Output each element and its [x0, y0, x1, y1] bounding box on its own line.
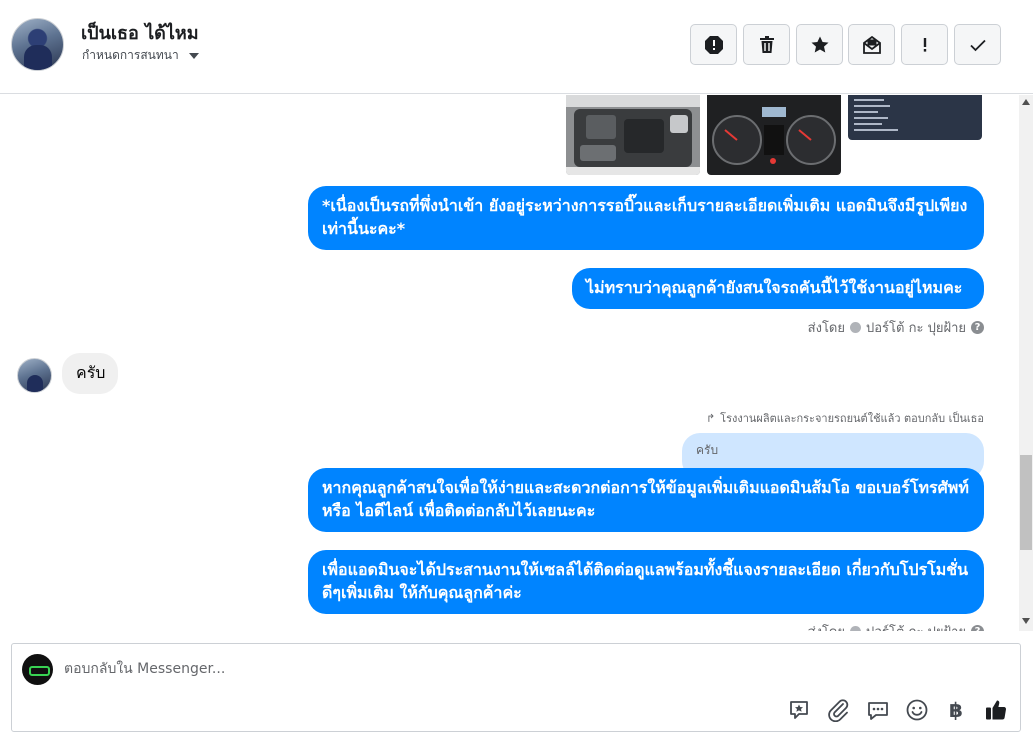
reply-context: ↱ โรงงานผลิตและกระจายรถยนต์ใช้แล้ว ตอบกล… [706, 409, 984, 427]
saved-replies-icon [868, 702, 888, 720]
verified-icon [850, 322, 861, 333]
reply-arrow-icon: ↱ [705, 411, 716, 425]
car-engine-photo[interactable] [566, 95, 700, 175]
verified-icon [850, 626, 861, 631]
message-composer: ฿ [11, 643, 1021, 732]
contact-avatar[interactable] [11, 18, 64, 71]
sticker-icon [790, 701, 808, 719]
payment-button[interactable]: ฿ [943, 697, 969, 723]
outgoing-message[interactable]: หากคุณลูกค้าสนใจเพื่อให้ง่ายและสะดวกต่อก… [308, 468, 984, 532]
outgoing-message[interactable]: *เนื่องเป็นรถที่พึ่งนำเข้า ยังอยู่ระหว่า… [308, 186, 984, 250]
incoming-message[interactable]: ครับ [62, 353, 118, 394]
vehicle-spec-photo[interactable] [848, 95, 982, 140]
contact-name[interactable]: เป็นเธอ ได้ไหม [81, 18, 199, 47]
like-button[interactable] [983, 697, 1009, 723]
sent-by-info: ส่งโดย ปอร์โต้ กะ ปุยฝ้าย ? [808, 621, 984, 631]
baht-icon: ฿ [949, 698, 963, 722]
help-icon[interactable]: ? [971, 625, 984, 631]
report-icon [704, 35, 723, 54]
scroll-up-arrow-icon[interactable] [1022, 99, 1030, 105]
delete-button[interactable] [743, 24, 790, 65]
conversation-settings-label: กำหนดการสนทนา [82, 48, 179, 62]
outgoing-message[interactable]: ไม่ทราบว่าคุณลูกค้ายังสนใจรถคันนี้ไว้ใช้… [572, 268, 984, 309]
star-button[interactable] [796, 24, 843, 65]
message-thread[interactable]: *เนื่องเป็นรถที่พึ่งนำเข้า ยังอยู่ระหว่า… [0, 95, 1019, 631]
scrollbar-thumb[interactable] [1020, 455, 1032, 550]
report-button[interactable] [690, 24, 737, 65]
exclamation-icon [923, 37, 926, 52]
like-icon [986, 700, 1007, 720]
check-icon [969, 39, 986, 51]
reply-context-text: โรงงานผลิตและกระจายรถยนต์ใช้แล้ว ตอบกลับ… [720, 412, 984, 425]
outgoing-message[interactable]: เพื่อแอดมินจะได้ประสานงานให้เซลล์ได้ติดต… [308, 550, 984, 614]
sent-by-info: ส่งโดย ปอร์โต้ กะ ปุยฝ้าย ? [808, 317, 984, 338]
thread-scrollbar[interactable] [1019, 95, 1033, 631]
conversation-settings-dropdown[interactable]: กำหนดการสนทนา [82, 46, 199, 65]
help-icon[interactable]: ? [971, 321, 984, 334]
conversation-header: เป็นเธอ ได้ไหม กำหนดการสนทนา [0, 0, 1033, 94]
attachment-icon [828, 699, 849, 722]
emoji-button[interactable] [904, 697, 930, 723]
dashboard-gauge-photo[interactable] [707, 95, 841, 175]
reply-input[interactable] [64, 658, 964, 680]
emoji-icon [906, 699, 928, 721]
sent-by-name: ปอร์โต้ กะ ปุยฝ้าย [866, 621, 966, 631]
sent-by-prefix: ส่งโดย [807, 321, 845, 336]
scroll-down-arrow-icon[interactable] [1022, 618, 1030, 624]
attach-button[interactable] [825, 697, 851, 723]
sticker-button[interactable] [786, 697, 812, 723]
mark-done-button[interactable] [954, 24, 1001, 65]
mark-unread-button[interactable] [848, 24, 895, 65]
star-icon [811, 36, 828, 52]
mark-spam-button[interactable] [901, 24, 948, 65]
contact-avatar-small[interactable] [17, 358, 52, 393]
trash-icon [759, 35, 774, 53]
mark-unread-icon [862, 35, 881, 54]
sent-by-prefix: ส่งโดย [808, 621, 845, 631]
caret-down-icon [188, 52, 199, 59]
sent-by-name: ปอร์โต้ กะ ปุยฝ้าย [866, 321, 966, 336]
page-avatar [22, 654, 53, 685]
saved-replies-button[interactable] [865, 697, 891, 723]
